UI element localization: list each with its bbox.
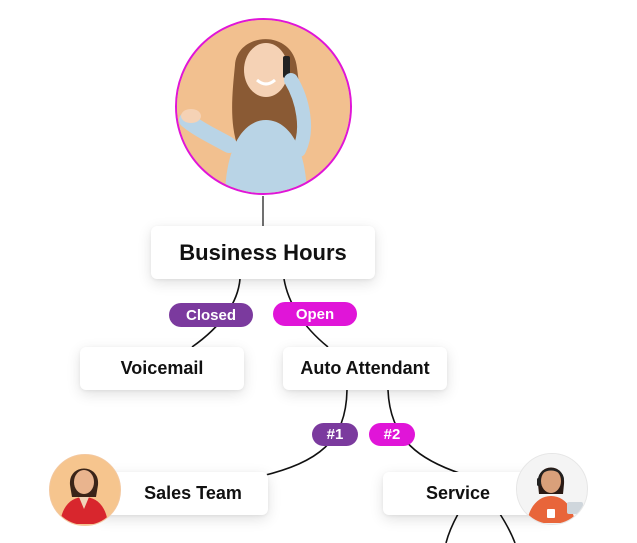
connector-service-down-right	[499, 513, 516, 543]
auto-attendant-node[interactable]: Auto Attendant	[283, 347, 447, 390]
closed-branch-label: Closed	[185, 306, 236, 324]
business-hours-label: Business Hours	[179, 239, 347, 265]
option-one-label: #1	[326, 426, 344, 443]
support-agent-headset-icon	[517, 454, 586, 523]
sales-agent-avatar	[49, 454, 121, 526]
voicemail-label: Voicemail	[120, 358, 204, 378]
option-one-badge: #1	[312, 423, 358, 446]
open-branch-label: Open	[295, 305, 335, 323]
open-branch-badge: Open	[273, 302, 357, 326]
option-two-label: #2	[383, 426, 401, 443]
sales-team-label: Sales Team	[144, 483, 242, 503]
auto-attendant-label: Auto Attendant	[300, 358, 430, 378]
service-label: Service	[425, 483, 491, 503]
call-flow-diagram: Business Hours Closed Open Voicemail Aut…	[0, 0, 637, 543]
sales-team-node[interactable]: Sales Team	[96, 472, 268, 515]
connector-service-down-left	[445, 513, 459, 543]
caller-avatar	[175, 18, 352, 195]
business-hours-node[interactable]: Business Hours	[151, 226, 375, 279]
support-agent-avatar	[516, 453, 588, 525]
sales-agent-icon	[50, 455, 119, 524]
closed-branch-badge: Closed	[169, 303, 253, 327]
voicemail-node[interactable]: Voicemail	[80, 347, 244, 390]
woman-on-phone-icon	[177, 20, 350, 193]
option-two-badge: #2	[369, 423, 415, 446]
